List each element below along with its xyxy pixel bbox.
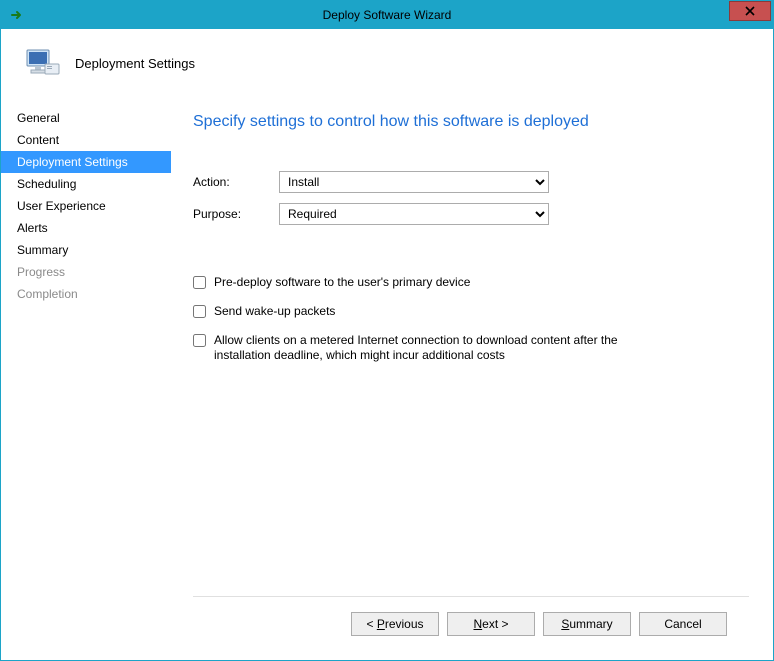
action-label: Action: — [193, 175, 279, 189]
sidebar-item-alerts[interactable]: Alerts — [1, 217, 171, 239]
titlebar: Deploy Software Wizard — [1, 1, 773, 29]
cancel-button[interactable]: Cancel — [639, 612, 727, 636]
predeploy-checkbox-row[interactable]: Pre-deploy software to the user's primar… — [193, 275, 673, 290]
predeploy-checkbox[interactable] — [193, 276, 206, 289]
sidebar-item-progress: Progress — [1, 261, 171, 283]
spacer — [193, 377, 749, 596]
wakeup-checkbox-row[interactable]: Send wake-up packets — [193, 304, 673, 319]
wakeup-label: Send wake-up packets — [214, 304, 335, 319]
window-title: Deploy Software Wizard — [323, 8, 452, 22]
sidebar-item-content[interactable]: Content — [1, 129, 171, 151]
page-heading: Specify settings to control how this sof… — [193, 113, 749, 131]
header-title: Deployment Settings — [75, 56, 195, 71]
next-button[interactable]: Next > — [447, 612, 535, 636]
metered-checkbox-row[interactable]: Allow clients on a metered Internet conn… — [193, 333, 673, 363]
footer: < Previous Next > Summary Cancel — [193, 596, 749, 650]
sidebar-item-user-experience[interactable]: User Experience — [1, 195, 171, 217]
action-row: Action: Install — [193, 171, 749, 193]
predeploy-label: Pre-deploy software to the user's primar… — [214, 275, 470, 290]
checkbox-section: Pre-deploy software to the user's primar… — [193, 275, 749, 377]
sidebar-item-completion: Completion — [1, 283, 171, 305]
close-icon — [745, 4, 755, 19]
main-panel: Specify settings to control how this sof… — [171, 99, 773, 660]
summary-button[interactable]: Summary — [543, 612, 631, 636]
metered-checkbox[interactable] — [193, 334, 206, 347]
sidebar-item-deployment-settings[interactable]: Deployment Settings — [1, 151, 171, 173]
purpose-select[interactable]: Required — [279, 203, 549, 225]
computer-icon — [21, 44, 61, 84]
close-button[interactable] — [729, 1, 771, 21]
sidebar: General Content Deployment Settings Sche… — [1, 99, 171, 660]
purpose-row: Purpose: Required — [193, 203, 749, 225]
sidebar-item-general[interactable]: General — [1, 107, 171, 129]
wakeup-checkbox[interactable] — [193, 305, 206, 318]
wizard-body: General Content Deployment Settings Sche… — [1, 99, 773, 660]
purpose-label: Purpose: — [193, 207, 279, 221]
wizard-window: Deploy Software Wizard Deployment Settin… — [0, 0, 774, 661]
metered-label: Allow clients on a metered Internet conn… — [214, 333, 673, 363]
header-band: Deployment Settings — [1, 29, 773, 99]
action-select[interactable]: Install — [279, 171, 549, 193]
forward-arrow-icon — [9, 7, 25, 23]
sidebar-item-summary[interactable]: Summary — [1, 239, 171, 261]
previous-button[interactable]: < Previous — [351, 612, 439, 636]
sidebar-item-scheduling[interactable]: Scheduling — [1, 173, 171, 195]
